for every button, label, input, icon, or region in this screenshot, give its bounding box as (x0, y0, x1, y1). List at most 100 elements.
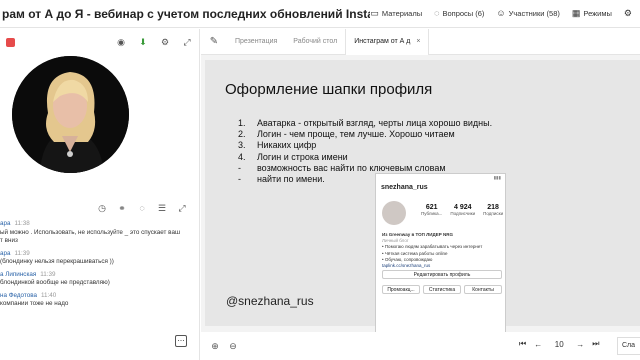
first-slide-icon[interactable]: ⏮ (519, 339, 526, 349)
clock-icon[interactable]: ◷ (96, 202, 108, 214)
list-marker: - (238, 162, 241, 173)
chat-author: на Федотова (0, 291, 38, 299)
materials-label: Материалы (381, 9, 423, 18)
list-marker: 3. (238, 140, 246, 151)
chat-text: компании тоже не надо (0, 300, 69, 307)
folder-icon: ▭ (370, 8, 379, 18)
profile-buttons: Промоакц... Статистика Контакты (382, 285, 502, 294)
tab-desktop[interactable]: Рабочий стол (285, 29, 345, 55)
phone-status-bar: ▮▮▮ (493, 175, 501, 180)
download-icon[interactable]: ⬇ (137, 36, 149, 48)
list-text: найти по имени. (257, 174, 325, 185)
stat-followers-label: Подписчики (450, 211, 476, 216)
stats-button: Статистика (423, 285, 461, 294)
participants-label: Участники (58) (508, 9, 560, 18)
slide-handle: @snezhana_rus (226, 294, 314, 308)
chat-menu-button[interactable]: ⋯ (175, 335, 187, 347)
bio-link: taplink.cc/snezhana_rus (382, 263, 431, 269)
gear-icon[interactable]: ⚙ (159, 36, 171, 48)
chat-author: а Липинская (0, 270, 37, 278)
location-icon[interactable]: ◉ (115, 36, 127, 48)
brush-icon[interactable]: ✎ (201, 36, 227, 47)
top-nav: ▭ Материалы ◌ Вопросы (6) ☺ Участники (58) … (370, 8, 640, 19)
stat-following-value: 218 (487, 204, 499, 211)
list-marker: 1. (238, 118, 246, 128)
top-bar: рам от А до Я - вебинар с учетом последн… (0, 0, 640, 28)
video-toolbar: ◉ ⬇ ⚙ ⤢ (0, 29, 199, 55)
list-text: Никаких цифр (257, 140, 317, 151)
settings-button[interactable]: ⚙ (624, 9, 632, 18)
list-item: 2. Логин - чем проще, тем лучше. Хорошо ч… (238, 129, 492, 140)
grid-icon: ▦ (571, 8, 581, 18)
tab-instagram-label: Инстаграм от А д (354, 38, 411, 45)
left-panel: ◉ ⬇ ⚙ ⤢ ◷ ⚭ ◌ ☰ ⤢ ара 11:38 ый можно . Ис… (0, 29, 200, 360)
stat-posts-label: Публика... (421, 211, 443, 216)
list-text: Аватарка - открытый взгляд, черты лица х… (257, 118, 493, 128)
stat-posts-value: 621 (425, 204, 438, 211)
list-text: Логин - чем проще, тем лучше. Хорошо чит… (257, 129, 455, 140)
list-item: 4. Логин и строка имени (238, 152, 492, 163)
stat-followers-value: 4 924 (453, 204, 472, 211)
tab-instagram[interactable]: Инстаграм от А д × (345, 28, 430, 55)
next-slide-button[interactable]: Сла (617, 337, 640, 355)
webinar-title: рам от А до Я - вебинар с учетом последн… (2, 6, 371, 21)
chat-messages: ара 11:38 ый можно . Использовать, не исп… (0, 220, 200, 313)
chat-text: блондинкой вообще не представляю) (0, 279, 110, 286)
slide-pager: ⏮ ← 10 → ⏭ (519, 339, 599, 349)
chat-time: 11:38 (14, 220, 30, 227)
stop-broadcast-button[interactable] (6, 37, 15, 47)
content-panel: ✎ Презентация Рабочий стол Инстаграм от … (201, 28, 640, 360)
questions-button[interactable]: ◌ Вопросы (6) (434, 8, 485, 19)
presenter-avatar (12, 56, 129, 173)
stat-following-label: Подписки (483, 211, 504, 216)
profile-screenshot: ▮▮▮ snezhana_rus 621 Публика... 4 924 Подп… (375, 173, 506, 350)
last-slide-icon[interactable]: ⏭ (592, 339, 599, 349)
list-item: 1. Аватарка - открытый взгляд, черты лица… (238, 118, 492, 129)
chat-time: 11:39 (40, 270, 56, 278)
prev-slide-icon[interactable]: ← (534, 340, 542, 349)
chat-icon: ◌ (434, 8, 440, 18)
modes-label: Режимы (583, 9, 612, 18)
expand-icon[interactable]: ⤢ (176, 202, 188, 214)
slide-number[interactable]: 10 (550, 340, 568, 349)
participants-button[interactable]: ☺ Участники (58) (496, 8, 560, 19)
chat-text: (блондинку нельзя перекрашиваться )) (0, 258, 114, 265)
slide-controls: ⊕ ⊖ ⏮ ← 10 → ⏭ Сла (201, 332, 640, 360)
close-icon[interactable]: × (416, 38, 420, 45)
list-item: 3. Никаких цифр (238, 140, 492, 151)
link-icon[interactable]: ⚭ (116, 202, 128, 214)
zoom-out-icon[interactable]: ⊖ (227, 340, 239, 352)
chat-message: а Липинская 11:39 блондинкой вообще не пр… (0, 271, 200, 288)
questions-label: Вопросы (6) (442, 9, 485, 18)
profile-stats: 621 Публика... 4 924 Подписчики 218 Подписк… (421, 204, 503, 216)
list-text: Логин и строка имени (257, 151, 348, 162)
chat-message: на Федотова 11:40 компании тоже не надо (0, 292, 200, 309)
expand-icon[interactable]: ⤢ (181, 36, 193, 48)
promo-button: Промоакц... (382, 285, 420, 294)
profile-bio: Из Greenway в ТОП ЛИДЕР NRG Личный блог … (382, 232, 502, 269)
stat-following: 218 Подписки (483, 204, 503, 216)
materials-button[interactable]: ▭ Материалы (370, 8, 423, 19)
chat-message: ара 11:38 ый можно . Использовать, не исп… (0, 220, 200, 246)
modes-button[interactable]: ▦ Режимы (571, 8, 612, 19)
chat-message: ара 11:39 (блондинку нельзя перекрашивать… (0, 250, 200, 267)
list-marker: - (238, 174, 241, 185)
presentation-slide: Оформление шапки профиля 1. Аватарка - от… (205, 60, 640, 350)
next-slide-icon[interactable]: → (576, 340, 584, 349)
users-icon: ☺ (496, 8, 506, 18)
stat-followers: 4 924 Подписчики (450, 204, 475, 216)
tab-presentation[interactable]: Презентация (227, 29, 285, 55)
profile-username: snezhana_rus (381, 184, 428, 191)
list-marker: 4. (238, 151, 246, 162)
chat-author: ара (0, 249, 11, 257)
list-marker: 2. (238, 129, 246, 140)
profile-avatar (382, 201, 406, 225)
slide-title: Оформление шапки профиля (225, 81, 433, 98)
edit-profile-button: Редактировать профиль (382, 270, 502, 279)
chat-time: 11:39 (14, 249, 30, 257)
chat-toolbar: ◷ ⚭ ◌ ☰ ⤢ (0, 202, 200, 222)
zoom-in-icon[interactable]: ⊕ (209, 340, 221, 352)
chat-author: ара (0, 220, 11, 227)
comment-icon[interactable]: ◌ (136, 202, 148, 214)
list-icon[interactable]: ☰ (156, 202, 168, 214)
